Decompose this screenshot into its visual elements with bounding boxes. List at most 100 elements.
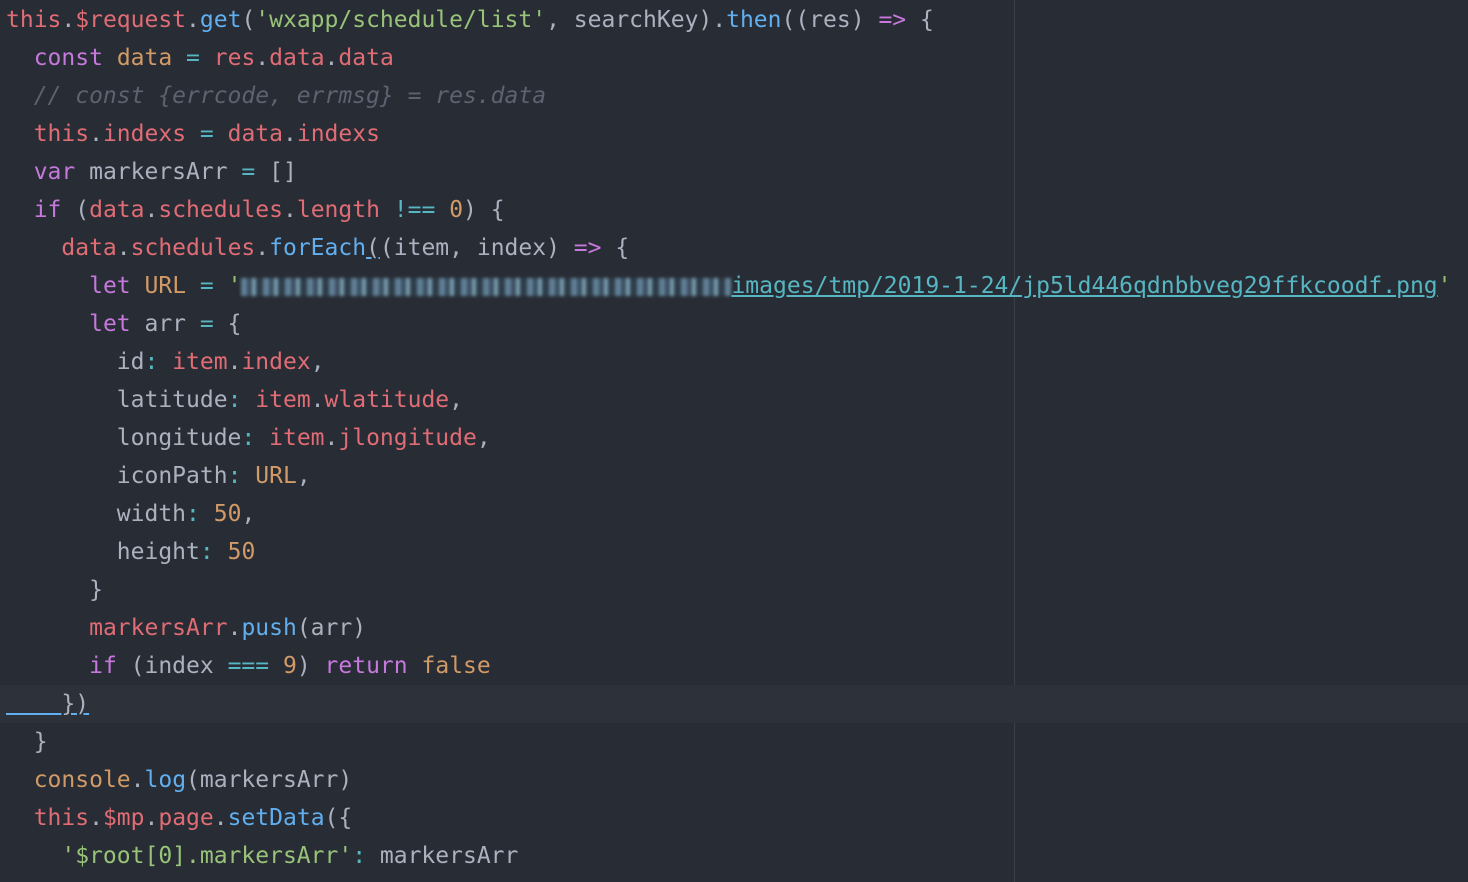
code-token: } [6, 729, 48, 755]
code-token: (item, index) [379, 235, 574, 261]
code-token: 50 [213, 501, 242, 527]
code-token: . [255, 235, 270, 261]
code-token: get [199, 7, 242, 33]
code-token: indexs [296, 121, 380, 147]
code-token: ((res) [781, 7, 879, 33]
code-token: data [61, 235, 117, 261]
code-token: console [33, 767, 131, 793]
code-editor[interactable]: this.$request.get('wxapp/schedule/list',… [0, 0, 1468, 882]
code-line[interactable]: '$root[0].markersArr': markersArr [0, 837, 1468, 875]
code-token: return [324, 653, 408, 679]
code-line[interactable]: height: 50 [0, 533, 1468, 571]
code-token: schedules [130, 235, 256, 261]
code-line[interactable]: id: item.index, [0, 343, 1468, 381]
code-token: { [906, 7, 934, 33]
code-token: 9 [282, 653, 297, 679]
code-token: : [144, 349, 159, 375]
code-token: forEach [269, 235, 367, 261]
code-line[interactable]: this.$mp.page.setData({ [0, 799, 1468, 837]
code-token: . [310, 387, 325, 413]
code-line[interactable]: const data = res.data.data [0, 39, 1468, 77]
code-token: ( [241, 7, 256, 33]
code-token: . [144, 805, 159, 831]
code-token: markersArr [75, 159, 242, 185]
code-line[interactable]: var markersArr = [] [0, 153, 1468, 191]
code-token: [] [255, 159, 297, 185]
code-token: id [6, 349, 145, 375]
code-token: ( [366, 235, 380, 261]
code-token: log [144, 767, 187, 793]
code-line[interactable]: iconPath: URL, [0, 457, 1468, 495]
code-token: height [6, 539, 200, 565]
code-token: if [89, 653, 117, 679]
code-line[interactable]: this.$request.get('wxapp/schedule/list',… [0, 1, 1468, 39]
code-token: . [282, 197, 297, 223]
code-token: , [310, 349, 325, 375]
code-token: : [199, 539, 214, 565]
code-token: const [33, 45, 103, 71]
code-token: , searchKey). [546, 7, 727, 33]
code-token: { [601, 235, 630, 261]
code-line[interactable]: data.schedules.forEach((item, index) => … [0, 229, 1468, 267]
code-token: if [33, 197, 62, 223]
code-token: page [158, 805, 214, 831]
code-line[interactable]: }) [0, 685, 1468, 723]
code-token: , [241, 501, 256, 527]
code-token: . [89, 121, 103, 147]
code-line[interactable]: width: 50, [0, 495, 1468, 533]
code-line[interactable]: // const {errcode, errmsg} = res.data [0, 77, 1468, 115]
code-token: (index [116, 653, 228, 679]
code-token: . [213, 805, 228, 831]
code-token: = [241, 159, 256, 185]
code-token: : [227, 387, 242, 413]
code-token: . [61, 7, 76, 33]
code-token: push [241, 615, 297, 641]
code-token: false [421, 653, 491, 679]
code-token: . [227, 349, 242, 375]
code-token: => [573, 235, 602, 261]
code-token: = [172, 45, 214, 71]
code-token: = [186, 273, 228, 299]
code-line[interactable]: if (data.schedules.length !== 0) { [0, 191, 1468, 229]
code-line[interactable]: markersArr.push(arr) [0, 609, 1468, 647]
code-token: => [878, 7, 907, 33]
code-line[interactable]: longitude: item.jlongitude, [0, 419, 1468, 457]
code-line[interactable]: } [0, 723, 1468, 761]
code-line[interactable]: } [0, 571, 1468, 609]
code-token: this [33, 805, 90, 831]
code-token: , [476, 425, 491, 451]
code-token: . [282, 121, 297, 147]
code-line[interactable]: if (index === 9) return false [0, 647, 1468, 685]
code-token: this [6, 7, 62, 33]
code-token: wlatitude [324, 387, 450, 413]
code-line[interactable]: console.log(markersArr) [0, 761, 1468, 799]
code-token: item [269, 425, 325, 451]
code-line[interactable]: latitude: item.wlatitude, [0, 381, 1468, 419]
code-token: URL [144, 273, 187, 299]
code-line[interactable]: let URL = ' images/tmp/2019-1-24/jp5ld446… [0, 267, 1468, 305]
code-token: let [89, 311, 131, 337]
code-token: = [199, 311, 214, 337]
code-line[interactable]: this.indexs = data.indexs [0, 115, 1468, 153]
code-token: ) [296, 653, 325, 679]
code-token: . [144, 197, 159, 223]
code-token: , [449, 387, 464, 413]
code-token: longitude [6, 425, 242, 451]
code-token: data [269, 45, 325, 71]
code-token: . [130, 767, 145, 793]
code-token: { [213, 311, 242, 337]
code-line[interactable]: let arr = { [0, 305, 1468, 343]
code-token: . [186, 7, 200, 33]
